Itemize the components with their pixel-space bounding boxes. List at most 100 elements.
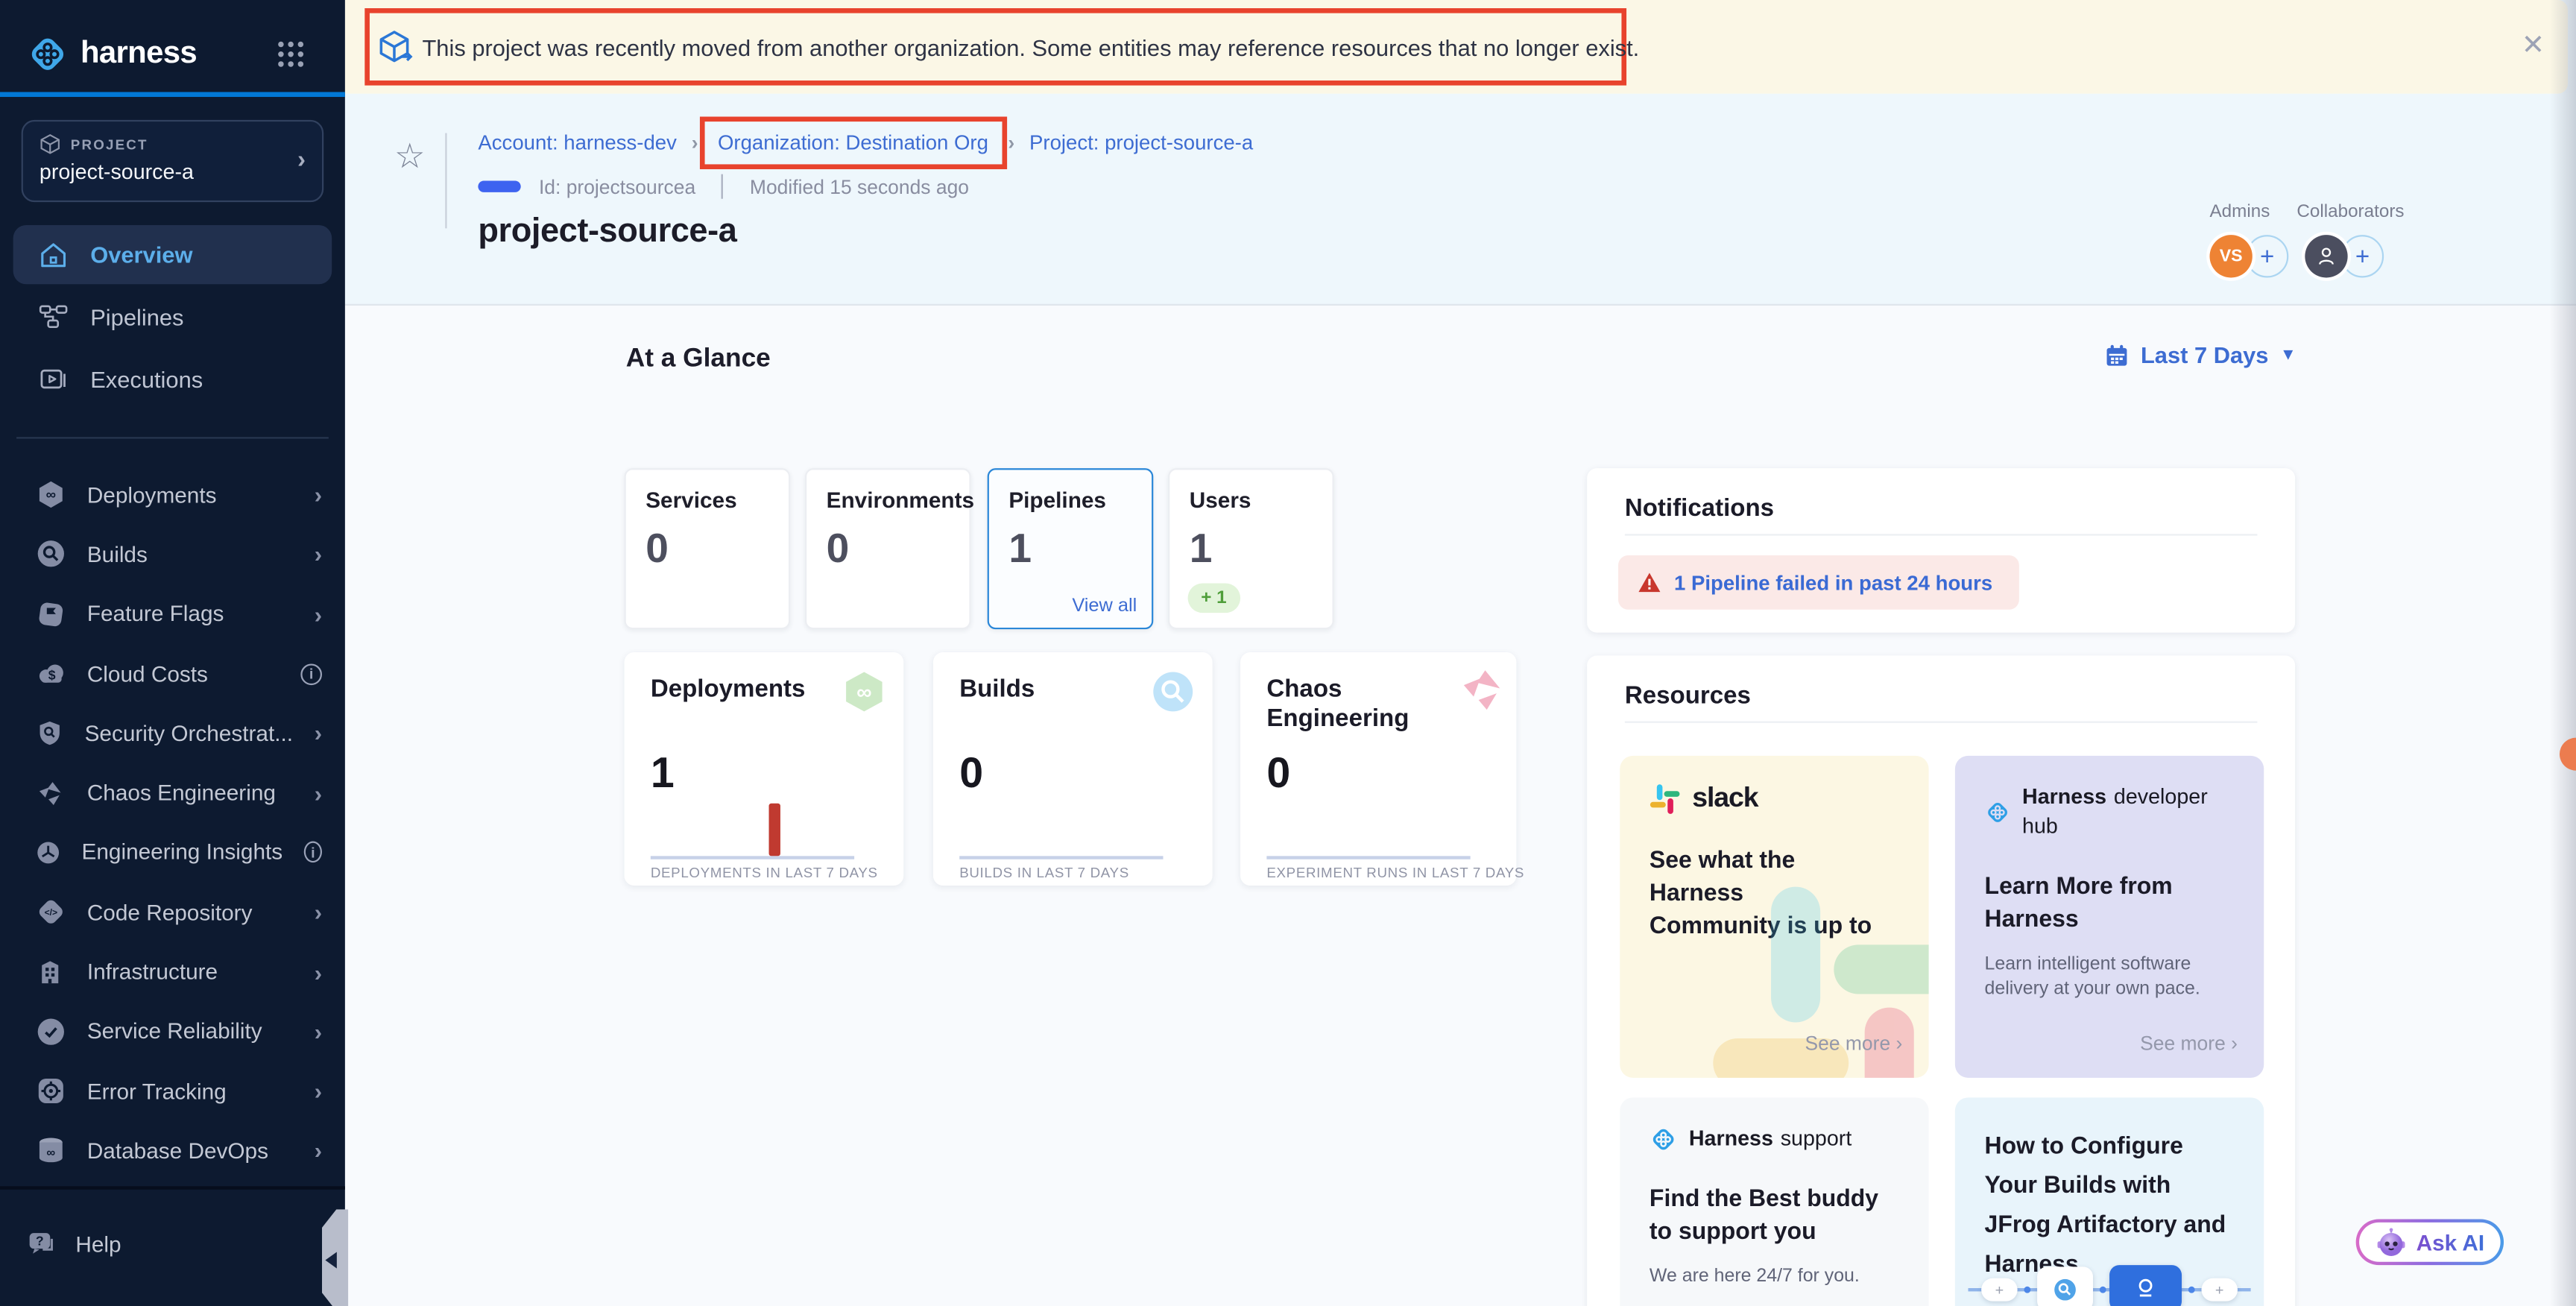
header-divider [445, 133, 446, 229]
harness-logo-icon [1650, 1125, 1677, 1152]
metric-card-deployments[interactable]: Deployments ∞ 1 DEPLOYMENTS IN LAST 7 DA… [625, 652, 904, 886]
favorite-star-icon[interactable]: ☆ [394, 136, 425, 177]
chevron-right-icon: › [315, 780, 322, 806]
sidebar-item-builds[interactable]: Builds › [0, 525, 345, 584]
panel-divider [1625, 722, 2258, 723]
harness-logo-icon [26, 33, 69, 75]
sidebar-item-engineering-insights[interactable]: Engineering Insights i [0, 823, 345, 883]
admin-avatar[interactable]: VS [2210, 235, 2253, 277]
chevron-right-icon: › [315, 720, 322, 746]
pipelines-icon [38, 301, 69, 332]
sidebar-item-deployments[interactable]: ∞ Deployments › [0, 465, 345, 525]
annotation-box-org: Organization: Destination Org [700, 116, 1006, 169]
sidebar-item-code-repository[interactable]: </> Code Repository › [0, 883, 345, 942]
code-repo-icon: </> [36, 898, 66, 927]
stat-card-services[interactable]: Services 0 [625, 468, 791, 629]
slack-community-card[interactable]: slack See what the Harness Community is … [1620, 756, 1928, 1078]
project-color-swatch[interactable] [478, 180, 520, 192]
sidebar-item-security-orchestration[interactable]: Security Orchestrat... › [0, 704, 345, 763]
collaborator-avatar[interactable] [2305, 235, 2347, 277]
pipeline-failed-alert[interactable]: 1 Pipeline failed in past 24 hours [1618, 555, 2018, 610]
chevron-right-icon: › [315, 541, 322, 567]
insights-icon [36, 838, 60, 868]
error-tracking-icon [36, 1076, 66, 1106]
info-icon[interactable]: i [300, 663, 322, 684]
chevron-right-icon: › [315, 959, 322, 985]
project-moved-banner: This project was recently moved from ano… [345, 0, 2568, 94]
ask-ai-button[interactable]: Ask AI [2356, 1219, 2504, 1265]
chevron-right-icon: › [315, 601, 322, 627]
builds-module-icon [1150, 669, 1196, 715]
date-range-value: Last 7 Days [2141, 341, 2269, 367]
breadcrumb-organization[interactable]: Organization: Destination Org [718, 131, 988, 154]
see-more-link[interactable]: See more › [1805, 1032, 1902, 1055]
panel-divider [1625, 534, 2258, 535]
resources-title: Resources [1625, 682, 1751, 710]
breadcrumb-project[interactable]: Project: project-source-a [1029, 131, 1253, 154]
service-reliability-icon [36, 1017, 66, 1047]
page-title: project-source-a [478, 212, 736, 251]
sidebar: harness PROJECT project-source-a › [0, 0, 345, 1306]
project-selector-value: project-source-a [40, 160, 306, 184]
database-icon: ∞ [36, 1136, 66, 1166]
jfrog-tutorial-card[interactable]: How to Configure Your Builds with JFrog … [1955, 1097, 2264, 1306]
sidebar-item-infrastructure[interactable]: Infrastructure › [0, 942, 345, 1002]
developer-hub-card[interactable]: Harness developer hub Learn More from Ha… [1955, 756, 2264, 1078]
deployments-icon: ∞ [36, 480, 66, 510]
sidebar-item-error-tracking[interactable]: Error Tracking › [0, 1061, 345, 1121]
harness-support-card[interactable]: Harness support Find the Best buddy to s… [1620, 1097, 1928, 1306]
deployments-module-icon: ∞ [841, 669, 887, 715]
sidebar-collapse-handle[interactable] [322, 1209, 348, 1306]
svg-text:</>: </> [45, 908, 58, 918]
sidebar-item-service-reliability[interactable]: Service Reliability › [0, 1002, 345, 1061]
sidebar-item-overview[interactable]: Overview [13, 225, 332, 284]
pipeline-build-node [2037, 1266, 2093, 1306]
sidebar-item-pipelines[interactable]: Pipelines [13, 288, 332, 347]
close-icon[interactable]: ✕ [2522, 30, 2545, 63]
help-icon: ? [26, 1229, 56, 1259]
info-icon[interactable]: i [304, 842, 322, 863]
resources-panel: Resources slack See what the Harness Com… [1587, 655, 2295, 1306]
project-cube-icon [40, 133, 61, 155]
harness-logo[interactable]: harness [26, 30, 318, 79]
stat-card-environments[interactable]: Environments 0 [805, 468, 971, 629]
harness-logo-icon [1985, 798, 2011, 825]
calendar-icon [2104, 343, 2129, 367]
notifications-title: Notifications [1625, 494, 1774, 522]
support-card-body: We are here 24/7 for you. [1650, 1265, 1899, 1290]
sidebar-bottom-divider [0, 1186, 345, 1189]
metric-card-chaos-engineering[interactable]: Chaos Engineering 0 EXPERIMENT RUNS IN L… [1240, 652, 1516, 886]
infrastructure-icon [36, 957, 66, 987]
sidebar-item-help[interactable]: ? Help [26, 1219, 289, 1268]
sidebar-item-cloud-costs[interactable]: $ Cloud Costs i [0, 644, 345, 704]
project-selector-label: PROJECT [71, 136, 148, 152]
ask-ai-label: Ask AI [2416, 1230, 2485, 1255]
pipeline-add-node: + [2201, 1278, 2237, 1302]
person-icon [2315, 245, 2338, 268]
sidebar-item-executions[interactable]: Executions [13, 350, 332, 408]
chevron-right-icon: › [297, 146, 306, 174]
notifications-panel: Notifications 1 Pipeline failed in past … [1587, 468, 2295, 632]
metric-card-builds[interactable]: Builds 0 BUILDS IN LAST 7 DAYS [933, 652, 1213, 886]
see-more-link[interactable]: See more › [2140, 1032, 2238, 1055]
breadcrumb-account[interactable]: Account: harness-dev [478, 131, 676, 154]
at-a-glance-title: At a Glance [626, 345, 771, 375]
page-header: ☆ Account: harness-dev › Organization: D… [345, 94, 2576, 306]
breadcrumb: Account: harness-dev › Organization: Des… [478, 127, 1253, 160]
project-selector[interactable]: PROJECT project-source-a › [22, 120, 324, 202]
deployments-bar [769, 804, 780, 857]
sidebar-item-database-devops[interactable]: ∞ Database DevOps › [0, 1121, 345, 1181]
sparkline-baseline [1266, 856, 1470, 858]
sidebar-item-chaos-engineering[interactable]: Chaos Engineering › [0, 763, 345, 823]
stat-card-users[interactable]: Users 1 + 1 [1168, 468, 1334, 629]
date-range-filter[interactable]: Last 7 Days ▼ [2104, 341, 2296, 367]
security-icon [36, 719, 63, 748]
pipeline-add-node: + [1981, 1278, 2017, 1302]
view-all-link[interactable]: View all [1072, 596, 1137, 616]
module-grid-icon[interactable] [276, 40, 332, 69]
meta-divider [722, 174, 723, 199]
stat-card-pipelines[interactable]: Pipelines 1 View all [988, 468, 1154, 629]
sidebar-item-feature-flags[interactable]: Feature Flags › [0, 584, 345, 644]
sidebar-divider [16, 437, 329, 438]
svg-text:∞: ∞ [46, 1146, 55, 1161]
